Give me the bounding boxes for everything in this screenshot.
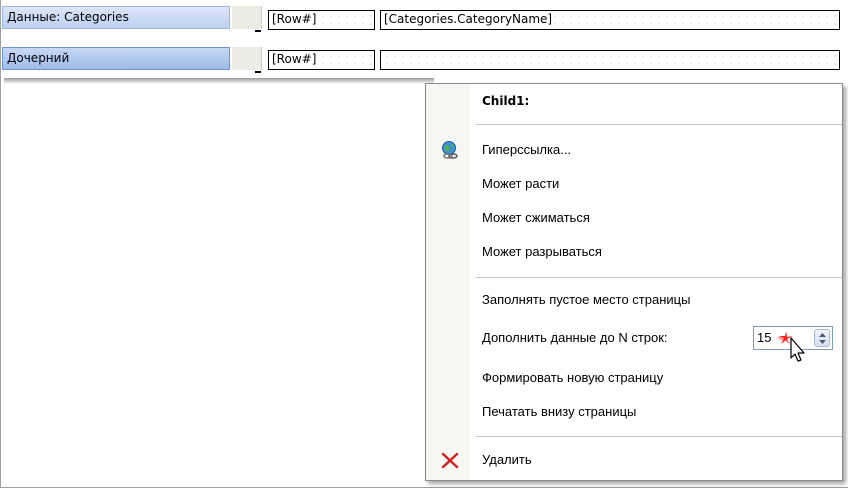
menu-item-label: Гиперссылка...: [482, 142, 572, 157]
stepper-buttons[interactable]: [814, 329, 830, 347]
mouse-cursor-icon: [776, 331, 805, 362]
menu-item-can-break[interactable]: Может разрываться: [426, 238, 842, 266]
globe-link-icon: [440, 140, 460, 160]
band-label: Данные: Categories: [7, 10, 129, 24]
menu-item-can-shrink[interactable]: Может сжиматься: [426, 204, 842, 232]
band-child[interactable]: Дочерний: [2, 47, 230, 70]
menu-item-label: Удалить: [482, 452, 532, 467]
up-down-arrows-icon: [819, 333, 826, 344]
band-shadow: [4, 78, 434, 84]
text-field-empty[interactable]: [380, 50, 840, 70]
menu-separator: [476, 277, 842, 278]
band-handle-strip[interactable]: [232, 47, 262, 73]
delete-x-icon: [440, 450, 460, 470]
menu-item-label: Может сжиматься: [482, 210, 590, 225]
menu-item-label: Заполнять пустое место страницы: [482, 292, 691, 307]
menu-header-label: Child1:: [482, 94, 530, 108]
menu-item-print-bottom[interactable]: Печатать внизу страницы: [426, 398, 842, 426]
menu-item-can-grow[interactable]: Может расти: [426, 170, 842, 198]
context-menu: Child1: Гиперссылка... Может расти Может…: [425, 83, 843, 481]
menu-item-fill-empty-space[interactable]: Заполнять пустое место страницы: [426, 286, 842, 314]
menu-item-label: Формировать новую страницу: [482, 370, 664, 385]
menu-item-label: Может разрываться: [482, 244, 602, 259]
menu-item-delete[interactable]: Удалить: [426, 446, 842, 474]
menu-item-hyperlink[interactable]: Гиперссылка...: [426, 136, 842, 164]
rows-count-value[interactable]: 15: [757, 330, 771, 345]
menu-item-fill-rows[interactable]: Дополнить данные до N строк: 15: [426, 324, 842, 362]
menu-item-new-page[interactable]: Формировать новую страницу: [426, 364, 842, 392]
report-design-area: Данные: Categories [Row#] [Categories.Ca…: [0, 0, 847, 84]
band-body-child: [Row#]: [263, 47, 847, 70]
menu-header: Child1:: [426, 88, 842, 116]
band-data-categories[interactable]: Данные: Categories: [2, 6, 230, 29]
band-resize-marker: [255, 30, 261, 32]
text-field-category-name[interactable]: [Categories.CategoryName]: [380, 10, 840, 30]
menu-item-label: Может расти: [482, 176, 560, 191]
text-field-row-number[interactable]: [Row#]: [268, 50, 375, 70]
band-label: Дочерний: [7, 51, 70, 65]
text-field-row-number[interactable]: [Row#]: [268, 10, 375, 30]
menu-separator: [476, 436, 842, 437]
menu-item-label: Печатать внизу страницы: [482, 404, 637, 419]
band-resize-marker: [255, 71, 261, 73]
band-handle-strip[interactable]: [232, 6, 262, 32]
menu-separator: [476, 124, 842, 125]
menu-item-label: Дополнить данные до N строк:: [482, 330, 668, 345]
band-body-data: [Row#] [Categories.CategoryName]: [263, 6, 847, 30]
